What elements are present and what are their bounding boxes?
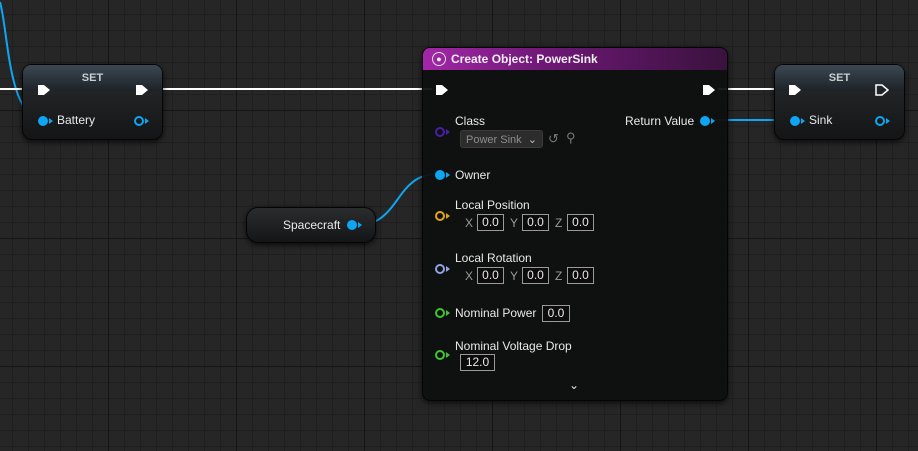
local-rotation-z-input[interactable]: 0.0 xyxy=(567,267,594,284)
class-dropdown[interactable]: Power Sink ⌄ xyxy=(460,130,543,148)
battery-output-pin-icon[interactable] xyxy=(134,116,144,126)
local-rotation-pin-icon[interactable] xyxy=(435,264,445,274)
create-object-title: Create Object: PowerSink xyxy=(451,52,598,66)
pin-arrow-icon xyxy=(145,118,149,124)
exec-out-pin-icon[interactable] xyxy=(135,84,149,96)
owner-label: Owner xyxy=(455,168,491,182)
globe-icon: ● xyxy=(432,52,446,66)
exec-in-pin-icon[interactable] xyxy=(435,84,449,96)
pin-arrow-icon xyxy=(446,129,450,135)
sink-label: Sink xyxy=(809,113,833,127)
local-position-pin-icon[interactable] xyxy=(435,211,445,221)
pin-arrow-icon xyxy=(358,222,362,228)
pin-arrow-icon xyxy=(446,172,450,178)
local-position-y-input[interactable]: 0.0 xyxy=(522,214,549,231)
local-position-label: Local Position xyxy=(455,198,530,212)
sink-input-pin-icon[interactable] xyxy=(790,116,800,126)
pin-arrow-icon xyxy=(446,352,450,358)
pin-arrow-icon xyxy=(446,213,450,219)
local-position-x-input[interactable]: 0.0 xyxy=(477,214,504,231)
nominal-power-label: Nominal Power xyxy=(455,306,537,320)
nominal-voltage-drop-label: Nominal Voltage Drop xyxy=(455,339,572,353)
pin-arrow-icon xyxy=(711,118,715,124)
local-rotation-label: Local Rotation xyxy=(455,251,532,265)
axis-y-label: Y xyxy=(510,216,519,230)
set-sink-node[interactable]: SET Sink xyxy=(774,64,905,140)
spacecraft-output-pin-icon[interactable] xyxy=(347,220,357,230)
local-rotation-x-input[interactable]: 0.0 xyxy=(477,267,504,284)
return-value-label: Return Value xyxy=(625,114,695,128)
battery-label: Battery xyxy=(57,113,96,127)
return-value-pin-icon[interactable] xyxy=(700,116,710,126)
nominal-power-pin-icon[interactable] xyxy=(435,308,445,318)
axis-z-label: Z xyxy=(555,216,563,230)
class-label: Class xyxy=(455,114,486,128)
browse-icon[interactable]: ↺ xyxy=(548,131,559,147)
chevron-down-icon: ⌄ xyxy=(527,134,537,146)
set-battery-node[interactable]: SET Battery xyxy=(22,64,163,140)
create-object-header: ● Create Object: PowerSink xyxy=(423,48,727,70)
axis-x-label: X xyxy=(465,216,474,230)
axis-y-label: Y xyxy=(510,269,519,283)
spacecraft-label: Spacecraft xyxy=(283,218,341,232)
pin-arrow-icon xyxy=(446,310,450,316)
create-object-node[interactable]: ● Create Object: PowerSink Class Power S… xyxy=(422,47,728,401)
axis-z-label: Z xyxy=(555,269,563,283)
local-rotation-y-input[interactable]: 0.0 xyxy=(522,267,549,284)
exec-in-pin-icon[interactable] xyxy=(788,84,802,96)
nominal-power-input[interactable]: 0.0 xyxy=(542,305,570,322)
search-icon[interactable]: ⚲ xyxy=(566,130,576,146)
battery-input-pin-icon[interactable] xyxy=(38,116,48,126)
pin-arrow-icon xyxy=(886,118,890,124)
chevron-down-icon[interactable]: ⌄ xyxy=(569,378,579,392)
exec-in-pin-icon[interactable] xyxy=(37,84,51,96)
spacecraft-getter-node[interactable]: Spacecraft xyxy=(246,207,376,243)
owner-pin-icon[interactable] xyxy=(435,170,445,180)
pin-arrow-icon xyxy=(801,118,805,124)
local-position-z-input[interactable]: 0.0 xyxy=(567,214,594,231)
pin-arrow-icon xyxy=(49,118,53,124)
nominal-voltage-drop-input[interactable]: 12.0 xyxy=(460,354,495,371)
exec-out-pin-icon[interactable] xyxy=(702,84,716,96)
class-dropdown-value: Power Sink xyxy=(466,134,522,146)
nominal-voltage-drop-pin-icon[interactable] xyxy=(435,350,445,360)
class-pin-icon[interactable] xyxy=(435,127,445,137)
pin-arrow-icon xyxy=(446,266,450,272)
axis-x-label: X xyxy=(465,269,474,283)
sink-output-pin-icon[interactable] xyxy=(875,116,885,126)
exec-out-pin-icon[interactable] xyxy=(875,84,889,96)
